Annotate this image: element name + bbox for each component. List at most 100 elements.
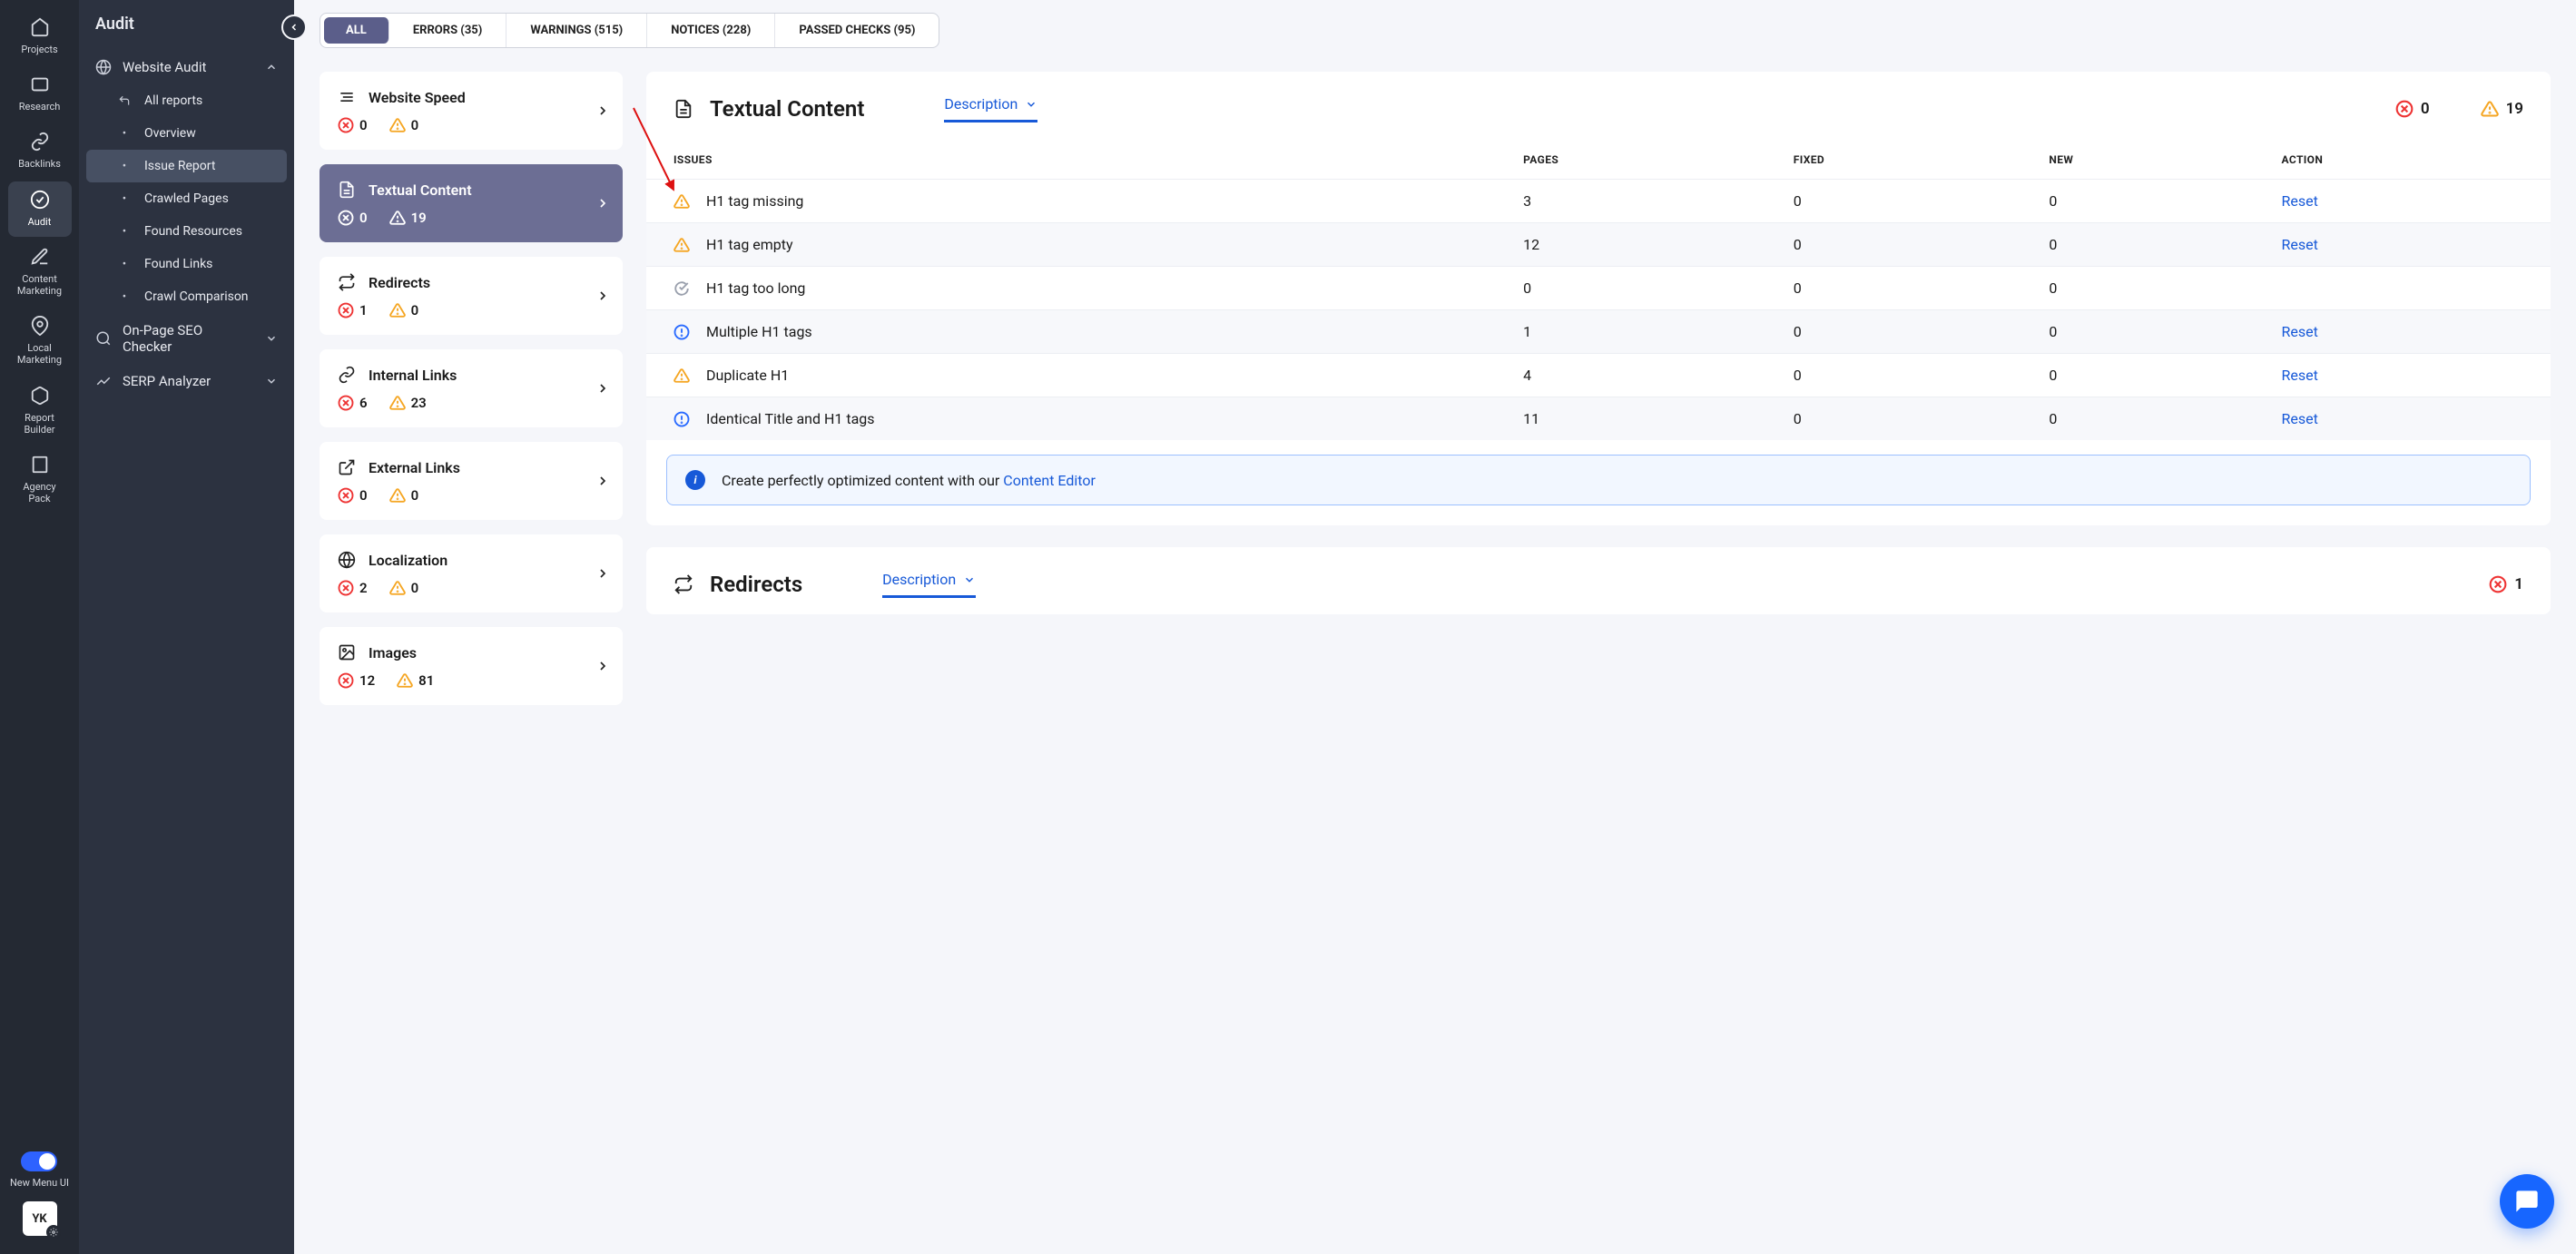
- filter-btn-warnings[interactable]: WARNINGS (515): [506, 14, 647, 47]
- sidebar-item-crawled-pages[interactable]: •Crawled Pages: [86, 182, 287, 215]
- filter-btn-all[interactable]: ALL: [324, 17, 389, 44]
- redirects-icon: [338, 273, 356, 291]
- new-menu-ui-toggle[interactable]: [21, 1151, 57, 1171]
- chevron-icon: [265, 375, 278, 387]
- warnings-count: 0: [389, 487, 419, 504]
- chevron-right-icon: [595, 381, 610, 396]
- icon-rail: ProjectsResearchBacklinksAuditContent Ma…: [0, 0, 79, 1254]
- col-fixed: FIXED: [1772, 141, 2028, 180]
- category-card-images[interactable]: Images 12 81: [320, 627, 623, 705]
- reset-link[interactable]: Reset: [2282, 323, 2318, 340]
- info-banner: i Create perfectly optimized content wit…: [666, 455, 2531, 505]
- rail-item-local-marketing[interactable]: Local Marketing: [8, 308, 72, 375]
- sidebar-group-website-audit[interactable]: Website Audit: [79, 50, 294, 84]
- errors-count: 0: [338, 117, 368, 133]
- info-icon: i: [685, 470, 705, 490]
- images-icon: [338, 643, 356, 661]
- sidebar: Audit Website AuditAll reports•Overview•…: [79, 0, 294, 1254]
- table-row[interactable]: H1 tag missing 3 0 0 Reset: [646, 180, 2551, 223]
- rail-item-audit[interactable]: Audit: [8, 181, 72, 237]
- detail2-title: Redirects: [710, 572, 802, 597]
- backlinks-icon: [29, 131, 51, 152]
- table-row[interactable]: Identical Title and H1 tags 11 0 0 Reset: [646, 397, 2551, 441]
- sidebar-group-serp-analyzer[interactable]: SERP Analyzer: [79, 364, 294, 398]
- col-new: NEW: [2027, 141, 2259, 180]
- reset-link[interactable]: Reset: [2282, 410, 2318, 427]
- sidebar-item-found-resources[interactable]: •Found Resources: [86, 215, 287, 248]
- rail-item-report-builder[interactable]: Report Builder: [8, 377, 72, 445]
- description-tab[interactable]: Description: [944, 95, 1037, 122]
- redirects-icon: [673, 574, 693, 594]
- toggle-label: New Menu UI: [10, 1177, 69, 1189]
- rail-item-research[interactable]: Research: [8, 66, 72, 122]
- rail-item-agency-pack[interactable]: Agency Pack: [8, 446, 72, 514]
- errors-count: 12: [338, 672, 375, 689]
- filter-btn-notices[interactable]: NOTICES (228): [647, 14, 775, 47]
- category-card-internal-links[interactable]: Internal Links 6 23: [320, 349, 623, 427]
- chevron-right-icon: [595, 289, 610, 303]
- detail-errors-count: 0: [2395, 100, 2430, 118]
- col-issues: ISSUES: [646, 141, 1501, 180]
- banner-text: Create perfectly optimized content with …: [722, 472, 1003, 489]
- table-row[interactable]: Multiple H1 tags 1 0 0 Reset: [646, 310, 2551, 354]
- external-links-icon: [338, 458, 356, 476]
- sidebar-item-all-reports[interactable]: All reports: [86, 84, 287, 117]
- rail-item-projects[interactable]: Projects: [8, 9, 72, 64]
- detail-warnings-count: 19: [2481, 100, 2523, 118]
- category-card-website-speed[interactable]: Website Speed 0 0: [320, 72, 623, 150]
- sidebar-item-overview[interactable]: •Overview: [86, 117, 287, 150]
- document-icon: [673, 99, 693, 119]
- content-marketing-icon: [29, 246, 51, 268]
- internal-links-icon: [338, 366, 356, 384]
- description-tab-2[interactable]: Description: [882, 571, 976, 598]
- chevron-right-icon: [595, 566, 610, 581]
- errors-count: 0: [338, 487, 368, 504]
- avatar[interactable]: YK: [23, 1201, 57, 1236]
- table-row[interactable]: H1 tag empty 12 0 0 Reset: [646, 223, 2551, 267]
- warnings-count: 23: [389, 395, 427, 411]
- errors-count: 2: [338, 580, 368, 596]
- projects-icon: [29, 16, 51, 38]
- sidebar-item-issue-report[interactable]: •Issue Report: [86, 150, 287, 182]
- category-card-redirects[interactable]: Redirects 1 0: [320, 257, 623, 335]
- category-card-localization[interactable]: Localization 2 0: [320, 534, 623, 612]
- sidebar-collapse-button[interactable]: [281, 15, 307, 40]
- warnings-count: 19: [389, 210, 427, 226]
- reset-link[interactable]: Reset: [2282, 192, 2318, 210]
- reset-link[interactable]: Reset: [2282, 236, 2318, 253]
- table-row[interactable]: H1 tag too long 0 0 0: [646, 267, 2551, 310]
- chat-fab[interactable]: [2500, 1174, 2554, 1229]
- chevron-right-icon: [595, 659, 610, 673]
- chevron-right-icon: [595, 103, 610, 118]
- rail-item-content-marketing[interactable]: Content Marketing: [8, 239, 72, 306]
- notice-icon: [673, 411, 690, 427]
- sidebar-item-crawl-comparison[interactable]: •Crawl Comparison: [86, 280, 287, 313]
- rail-item-backlinks[interactable]: Backlinks: [8, 123, 72, 179]
- content-editor-link[interactable]: Content Editor: [1003, 472, 1096, 489]
- reset-link[interactable]: Reset: [2282, 367, 2318, 384]
- warning-icon: [673, 237, 690, 253]
- chevron-right-icon: [595, 196, 610, 211]
- table-row[interactable]: Duplicate H1 4 0 0 Reset: [646, 354, 2551, 397]
- research-icon: [29, 73, 51, 95]
- detail-card-textual-content: Textual Content Description 0: [646, 72, 2551, 525]
- errors-count: 1: [338, 302, 368, 318]
- filter-btn-passed[interactable]: PASSED CHECKS (95): [775, 14, 939, 47]
- local-marketing-icon: [29, 315, 51, 337]
- sidebar-group-on-page-seo-checker[interactable]: On-Page SEO Checker: [79, 313, 294, 364]
- category-card-external-links[interactable]: External Links 0 0: [320, 442, 623, 520]
- warnings-count: 0: [389, 580, 419, 596]
- category-list: Website Speed 0 0 Textual Content 0 19 R…: [320, 72, 623, 720]
- chevron-right-icon: [595, 474, 610, 488]
- col-pages: PAGES: [1501, 141, 1772, 180]
- sidebar-item-found-links[interactable]: •Found Links: [86, 248, 287, 280]
- audit-icon: [29, 189, 51, 211]
- website-speed-icon: [338, 88, 356, 106]
- filter-btn-errors[interactable]: ERRORS (35): [389, 14, 507, 47]
- detail2-errors-count: 1: [2489, 575, 2523, 593]
- check-icon: [673, 280, 690, 297]
- category-card-textual-content[interactable]: Textual Content 0 19: [320, 164, 623, 242]
- detail-title: Textual Content: [710, 96, 864, 122]
- sidebar-title: Audit: [79, 0, 294, 50]
- warnings-count: 0: [389, 117, 419, 133]
